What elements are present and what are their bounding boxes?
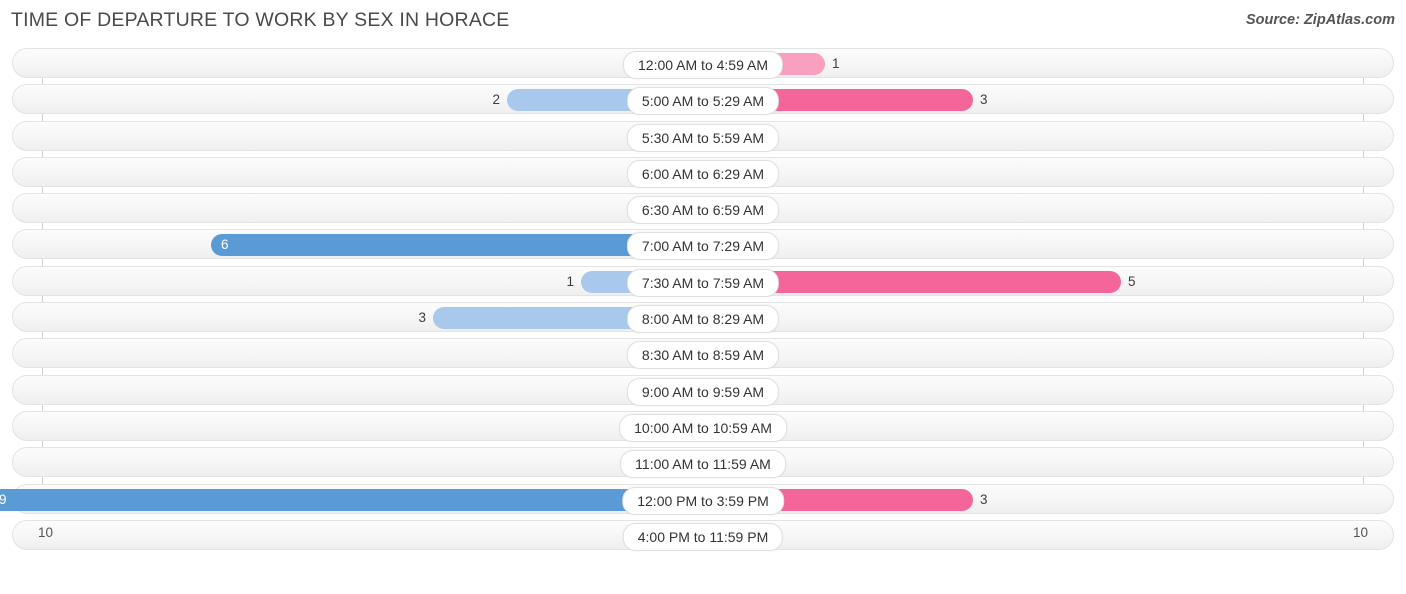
category-label: 7:30 AM to 7:59 AM bbox=[626, 268, 780, 297]
value-label-male: 9 bbox=[0, 491, 7, 507]
chart-header: TIME OF DEPARTURE TO WORK BY SEX IN HORA… bbox=[0, 0, 1406, 44]
chart-row[interactable]: 1 5 7:30 AM to 7:59 AM bbox=[12, 265, 1394, 297]
chart-row[interactable]: 0011:00 AM to 11:59 AM bbox=[12, 447, 1394, 479]
chart-row[interactable]: 006:30 AM to 6:59 AM bbox=[12, 193, 1394, 225]
chart-plot-area: 0112:00 AM to 4:59 AM235:00 AM to 5:29 A… bbox=[0, 48, 1406, 556]
category-label: 6:30 AM to 6:59 AM bbox=[626, 196, 780, 225]
category-label: 6:00 AM to 6:29 AM bbox=[626, 159, 780, 188]
chart-row[interactable]: 308:00 AM to 8:29 AM bbox=[12, 302, 1394, 334]
chart-row[interactable]: 005:30 AM to 5:59 AM bbox=[12, 120, 1394, 152]
chart-row[interactable]: 9 3 12:00 PM to 3:59 PM bbox=[0, 483, 1394, 515]
category-label: 8:00 AM to 8:29 AM bbox=[626, 305, 780, 334]
category-label: 5:00 AM to 5:29 AM bbox=[626, 87, 780, 116]
chart-row[interactable]: 009:00 AM to 9:59 AM bbox=[12, 374, 1394, 406]
category-label: 4:00 PM to 11:59 PM bbox=[622, 522, 784, 551]
category-label: 12:00 PM to 3:59 PM bbox=[622, 486, 784, 515]
value-label-male: 2 bbox=[492, 92, 500, 108]
bar-male[interactable] bbox=[0, 488, 703, 511]
value-label-male: 6 bbox=[221, 237, 229, 253]
category-label: 9:00 AM to 9:59 AM bbox=[626, 377, 780, 406]
value-label-male: 3 bbox=[418, 310, 426, 326]
value-label-male: 1 bbox=[566, 273, 574, 289]
chart-row[interactable]: 0112:00 AM to 4:59 AM bbox=[12, 48, 1394, 79]
chart-row[interactable]: 2 3 5:00 AM to 5:29 AM bbox=[12, 84, 1394, 116]
value-label-female: 5 bbox=[1128, 273, 1136, 289]
chart-row[interactable]: 008:30 AM to 8:59 AM bbox=[12, 338, 1394, 370]
category-label: 10:00 AM to 10:59 AM bbox=[619, 413, 787, 442]
chart-row[interactable]: 0010:00 AM to 10:59 AM bbox=[12, 410, 1394, 442]
chart-rows: 0112:00 AM to 4:59 AM235:00 AM to 5:29 A… bbox=[0, 48, 1406, 556]
chart-row[interactable]: 006:00 AM to 6:29 AM bbox=[12, 156, 1394, 188]
category-label: 11:00 AM to 11:59 AM bbox=[620, 450, 786, 479]
source-attribution: Source: ZipAtlas.com bbox=[1245, 12, 1395, 28]
category-label: 7:00 AM to 7:29 AM bbox=[626, 232, 780, 261]
page-title: TIME OF DEPARTURE TO WORK BY SEX IN HORA… bbox=[11, 9, 510, 31]
value-label-female: 1 bbox=[832, 56, 840, 71]
category-label: 5:30 AM to 5:59 AM bbox=[626, 123, 780, 152]
category-label: 12:00 AM to 4:59 AM bbox=[623, 51, 783, 79]
category-label: 8:30 AM to 8:59 AM bbox=[626, 341, 780, 370]
chart-row[interactable]: 607:00 AM to 7:29 AM bbox=[12, 229, 1394, 261]
value-label-female: 3 bbox=[980, 92, 988, 108]
value-label-female: 3 bbox=[980, 491, 988, 507]
